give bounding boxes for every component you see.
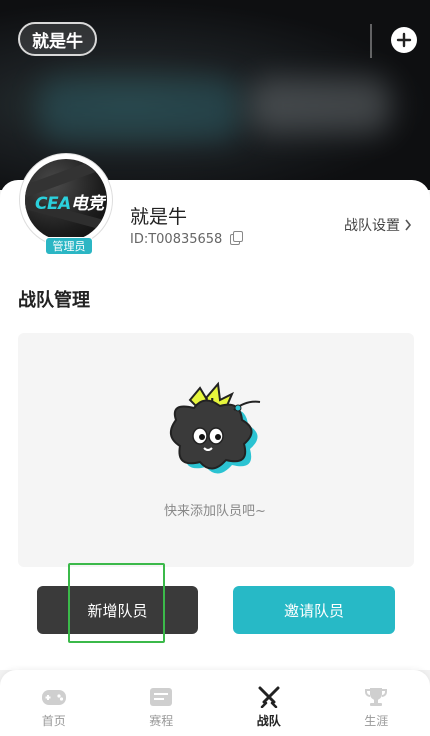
team-page: 就是牛 CEA电竞 管理员 就是牛 ID:T00835658 战队设置 战队管理… xyxy=(0,0,430,736)
nav-item-career[interactable]: 生涯 xyxy=(323,670,430,736)
nav-label: 生涯 xyxy=(364,714,389,728)
section-title: 战队管理 xyxy=(18,290,90,311)
copy-icon[interactable] xyxy=(230,231,244,245)
chevron-right-icon xyxy=(405,219,412,231)
nav-item-home[interactable]: 首页 xyxy=(0,670,108,736)
gamepad-icon xyxy=(40,686,68,708)
empty-state-text: 快来添加队员吧~ xyxy=(164,504,266,519)
banner-blur xyxy=(250,78,390,133)
team-logo-image: CEA电竞 xyxy=(25,159,107,241)
trophy-icon xyxy=(362,686,390,708)
header-divider xyxy=(370,24,372,58)
team-name-pill[interactable]: 就是牛 xyxy=(18,22,97,56)
nav-item-team[interactable]: 战队 xyxy=(215,670,323,736)
add-member-highlight xyxy=(68,563,165,643)
role-badge: 管理员 xyxy=(45,237,93,255)
nav-label: 战队 xyxy=(256,714,281,728)
team-settings-label: 战队设置 xyxy=(344,218,400,234)
nav-label: 首页 xyxy=(41,714,66,728)
team-settings-link[interactable]: 战队设置 xyxy=(344,215,412,235)
team-pill-label: 就是牛 xyxy=(32,31,83,52)
bottom-nav: 首页 赛程 战队 生涯 xyxy=(0,670,430,736)
team-id-text: ID:T00835658 xyxy=(130,232,223,247)
team-logo-text: CEA电竞 xyxy=(35,194,104,214)
team-avatar[interactable]: CEA电竞 xyxy=(20,154,112,246)
invite-member-button[interactable]: 邀请队员 xyxy=(233,586,395,634)
team-id[interactable]: ID:T00835658 xyxy=(130,231,244,247)
nav-item-schedule[interactable]: 赛程 xyxy=(108,670,216,736)
nav-label: 赛程 xyxy=(149,714,174,728)
plus-circle-icon[interactable] xyxy=(391,27,417,53)
crossed-swords-icon xyxy=(255,686,283,708)
banner-blur xyxy=(40,80,240,140)
team-name: 就是牛 xyxy=(130,206,188,228)
schedule-icon xyxy=(147,686,175,708)
mascot-illustration: !! xyxy=(160,380,270,484)
